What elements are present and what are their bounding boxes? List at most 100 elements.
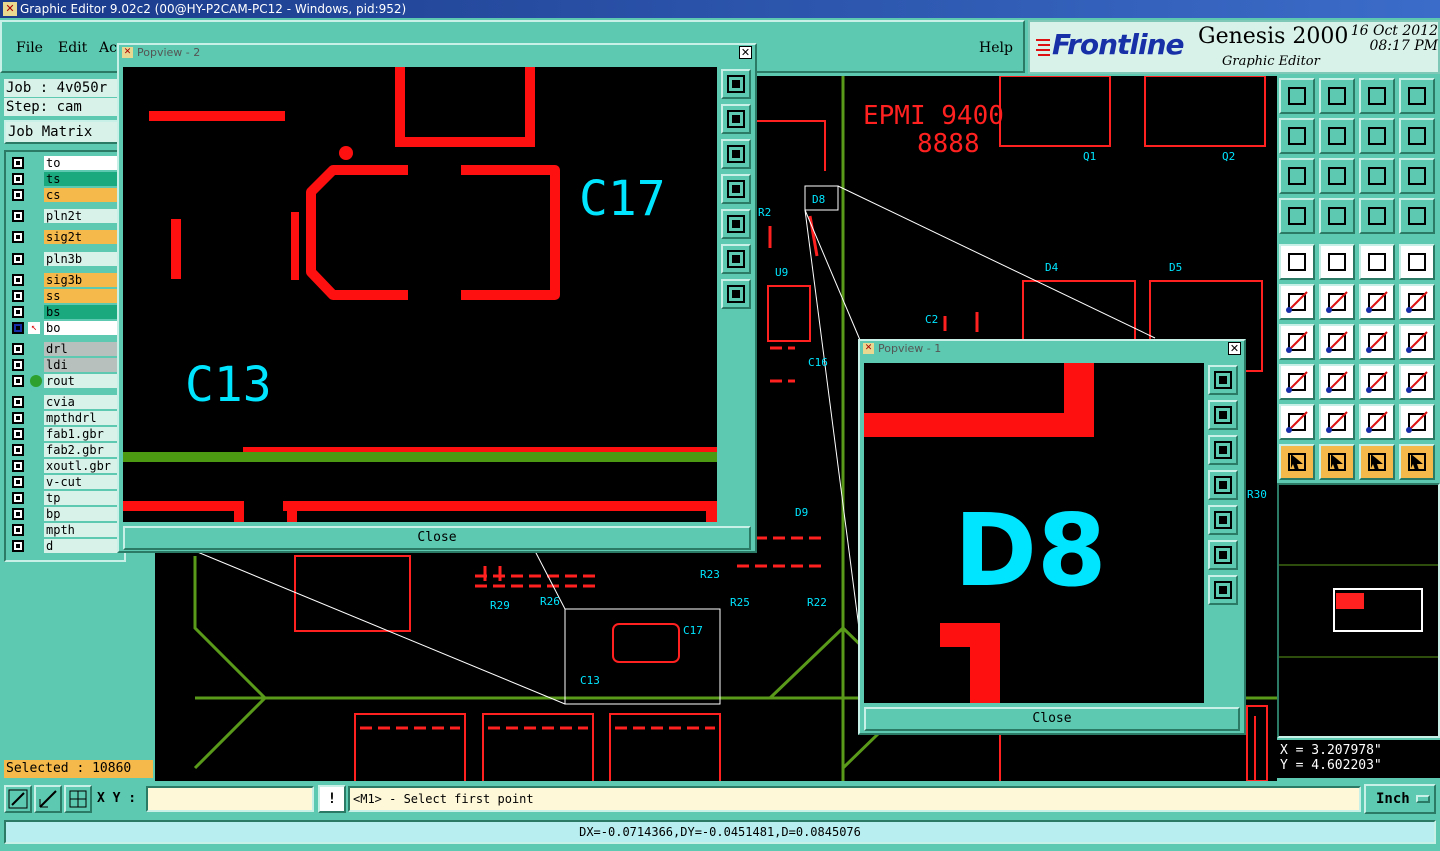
layer-row[interactable]: sig2t [10,230,124,244]
arrow-left-button[interactable] [1279,118,1315,154]
layer-row[interactable]: fab1.gbr [10,427,124,441]
window-button[interactable] [1399,78,1435,114]
popview-2-close-button[interactable]: Close [123,526,751,550]
arc-tri-3-button[interactable] [1359,404,1395,440]
pan-left-button[interactable] [721,174,751,204]
zoom-in-button[interactable] [1208,540,1238,570]
arc-button[interactable] [1359,324,1395,360]
pan-right-button[interactable] [721,209,751,239]
layer-checkbox[interactable] [12,210,24,222]
center-button[interactable] [1319,158,1355,194]
layer-checkbox[interactable] [12,375,24,387]
layer-row[interactable]: mpthdrl [10,411,124,425]
layer-checkbox[interactable] [12,428,24,440]
help-button[interactable] [1399,158,1435,194]
layer-name[interactable]: ldi [44,358,124,372]
layer-checkbox[interactable] [12,460,24,472]
layer-checkbox[interactable] [12,173,24,185]
layer-checkbox[interactable] [12,359,24,371]
layer-row[interactable]: drl [10,342,124,356]
edit-shape-button[interactable] [1319,244,1355,280]
layer-name[interactable]: bp [44,507,124,521]
popview-1-close-button[interactable]: Close [864,707,1240,731]
pointer-box-button[interactable] [1319,444,1355,480]
overview-map[interactable] [1277,483,1440,738]
arc-tri-4-button[interactable] [1399,404,1435,440]
measure-button[interactable] [34,785,62,813]
popview-1-window[interactable]: ✕ Popview - 1 ✕ D8 Close [858,339,1246,735]
layer-name[interactable]: bs [44,305,124,319]
layer-row[interactable]: cs [10,188,124,202]
zoom-in-button[interactable] [721,244,751,274]
arc-tri-2-button[interactable] [1319,404,1355,440]
align-button[interactable] [1359,364,1395,400]
layer-row[interactable]: ↖ bo [10,321,124,335]
home-button[interactable] [1359,78,1395,114]
layer-checkbox[interactable] [12,343,24,355]
menu-action[interactable]: Ac [99,40,117,56]
layer-name[interactable]: mpthdrl [44,411,124,425]
layer-name[interactable]: ss [44,289,124,303]
feature-select-button[interactable] [1279,244,1315,280]
grid-button[interactable] [64,785,92,813]
layer-name[interactable]: pln3b [44,252,124,266]
layers-a-button[interactable] [1359,198,1395,234]
layer-row[interactable]: rout [10,374,124,388]
pan-right-button[interactable] [1208,505,1238,535]
zoom-up-button[interactable] [721,104,751,134]
layer-row[interactable]: ts [10,172,124,186]
layer-checkbox[interactable] [12,540,24,552]
arrow-down-button[interactable] [1319,78,1355,114]
close-icon[interactable]: ✕ [739,46,752,59]
menu-help[interactable]: Help [979,40,1013,56]
layer-name[interactable]: sig2t [44,230,124,244]
connect-button[interactable] [1359,284,1395,320]
layer-name[interactable]: tp [44,491,124,505]
close-icon[interactable]: ✕ [1228,342,1241,355]
layer-row[interactable]: bs [10,305,124,319]
layer-row[interactable]: ss [10,289,124,303]
layer-row[interactable]: d [10,539,124,553]
job-matrix-button[interactable]: Job Matrix ... [4,120,122,160]
ratio-1-2-button[interactable] [1359,158,1395,194]
snap-button[interactable] [1279,198,1315,234]
layer-checkbox[interactable] [12,322,24,334]
arrow-right-button[interactable] [1319,118,1355,154]
layer-checkbox[interactable] [12,412,24,424]
mirror-button[interactable] [1399,118,1435,154]
pad-button[interactable] [1319,198,1355,234]
route-button[interactable] [1399,444,1435,480]
zoom-down-button[interactable] [1208,435,1238,465]
layer-name[interactable]: d [44,539,124,553]
zoom-out-button[interactable] [721,279,751,309]
net-select-button[interactable] [1279,284,1315,320]
layer-checkbox[interactable] [12,396,24,408]
zoom-home-button[interactable] [721,69,751,99]
layer-row[interactable]: mpth [10,523,124,537]
layer-checkbox[interactable] [12,444,24,456]
layer-row[interactable]: tp [10,491,124,505]
layer-row[interactable]: sig3b [10,273,124,287]
layer-checkbox[interactable] [12,290,24,302]
line-button[interactable] [1319,324,1355,360]
layer-name[interactable]: sig3b [44,273,124,287]
target-button[interactable] [1399,244,1435,280]
layer-row[interactable]: to [10,156,124,170]
layer-name[interactable]: ts [44,172,124,186]
rotate-button[interactable] [1359,118,1395,154]
layer-row[interactable]: cvia [10,395,124,409]
cut-button[interactable] [1319,284,1355,320]
pointer-select-button[interactable] [1359,444,1395,480]
layer-checkbox[interactable] [12,306,24,318]
home-up-button[interactable] [1279,78,1315,114]
layer-name[interactable]: drl [44,342,124,356]
group-button[interactable] [1399,364,1435,400]
layer-row[interactable]: v-cut [10,475,124,489]
layer-name[interactable]: bo [44,321,124,335]
zoom-home-button[interactable] [1208,365,1238,395]
menu-edit[interactable]: Edit [58,40,87,56]
angle-button[interactable] [1279,324,1315,360]
layers-b-button[interactable] [1399,198,1435,234]
popview-1-canvas[interactable]: D8 [864,363,1204,703]
layer-name[interactable]: xoutl.gbr [44,459,124,473]
